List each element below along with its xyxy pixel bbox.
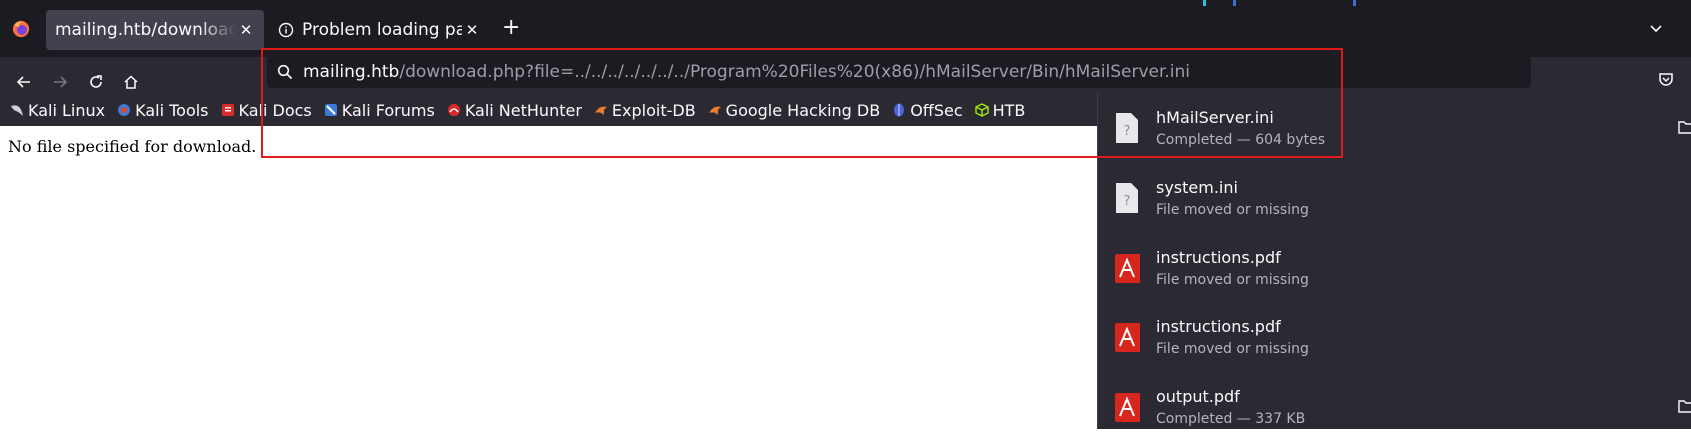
- kali-docs-icon: [221, 104, 234, 116]
- download-item[interactable]: ? system.ini File moved or missing: [1098, 162, 1691, 224]
- download-status: Completed — 337 KB: [1156, 411, 1306, 427]
- download-item[interactable]: instructions.pdf File moved or missing: [1098, 232, 1691, 294]
- forward-arrow-icon: [54, 76, 68, 88]
- tab-title: Problem loading page: [302, 20, 462, 40]
- bookmark-kali-linux[interactable]: Kali Linux: [10, 101, 105, 120]
- download-status: File moved or missing: [1156, 202, 1309, 218]
- home-icon: [124, 75, 138, 89]
- pdf-icon: [1115, 254, 1140, 283]
- page-message: No file specified for download.: [8, 137, 257, 156]
- bookmark-label: Kali Linux: [28, 100, 106, 120]
- info-icon: [278, 22, 294, 38]
- close-tab-icon[interactable]: ✕: [462, 21, 482, 39]
- back-button[interactable]: [13, 71, 35, 93]
- tab-problem-loading[interactable]: Problem loading page ✕: [272, 10, 490, 50]
- pdf-icon: [1115, 393, 1140, 422]
- list-all-tabs-chevron-icon[interactable]: [1648, 20, 1664, 40]
- reload-button[interactable]: [85, 71, 107, 93]
- kali-dragon-icon: [11, 105, 23, 116]
- back-arrow-icon: [16, 76, 30, 88]
- download-status: File moved or missing: [1156, 341, 1309, 357]
- open-folder-icon[interactable]: [1678, 120, 1691, 134]
- reload-icon: [90, 75, 102, 88]
- decoration-line: [1203, 0, 1206, 6]
- decoration-line: [1353, 0, 1356, 6]
- decoration-line: [1233, 0, 1236, 6]
- bookmark-kali-tools[interactable]: Kali Tools: [117, 100, 209, 120]
- unknown-file-icon: ?: [1116, 183, 1138, 213]
- download-filename: system.ini: [1156, 178, 1238, 197]
- pocket-icon[interactable]: [1658, 71, 1674, 91]
- close-tab-icon[interactable]: ✕: [236, 21, 256, 39]
- forward-button[interactable]: [49, 71, 71, 93]
- open-folder-icon[interactable]: [1678, 399, 1691, 413]
- svg-text:?: ?: [1124, 194, 1131, 209]
- kali-tools-icon: [118, 104, 131, 116]
- pdf-icon: [1115, 323, 1140, 352]
- download-filename: instructions.pdf: [1156, 317, 1281, 336]
- tab-active[interactable]: mailing.htb/download.php ✕: [46, 10, 264, 50]
- home-button[interactable]: [120, 71, 142, 93]
- download-filename: instructions.pdf: [1156, 248, 1281, 267]
- tab-title: mailing.htb/download.php: [55, 20, 236, 40]
- bookmark-label: Kali Tools: [135, 100, 209, 120]
- firefox-logo-icon[interactable]: [12, 20, 30, 38]
- highlight-annotation-box: [261, 48, 1343, 158]
- download-item[interactable]: instructions.pdf File moved or missing: [1098, 301, 1691, 363]
- download-filename: output.pdf: [1156, 387, 1240, 406]
- download-item[interactable]: output.pdf Completed — 337 KB: [1098, 371, 1691, 433]
- new-tab-button[interactable]: +: [502, 17, 520, 39]
- download-status: File moved or missing: [1156, 272, 1309, 288]
